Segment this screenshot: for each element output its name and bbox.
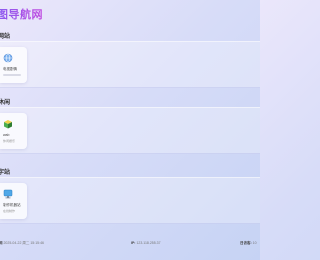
site-card[interactable]: 制作机器站 在线制作: [0, 183, 27, 219]
footer-visits-value: 10: [252, 241, 257, 245]
footer-bar: 间 2025-04-22 周二 15:15:46 IP: 123.118.255…: [0, 236, 260, 250]
footer-ip-label: IP:: [131, 241, 136, 245]
section-title-leisure: 休闲: [0, 100, 11, 106]
globe-icon: [3, 53, 13, 63]
site-title: 图导航网: [0, 6, 43, 22]
monitor-icon: [3, 189, 13, 199]
card-name: 电视剧情: [3, 67, 17, 71]
footer-ip-value: 123.118.255.37: [136, 241, 161, 245]
card-name: wab: [3, 133, 10, 137]
cube-icon: [3, 119, 13, 129]
footer-visits-label: 日访客:: [240, 241, 252, 245]
footer-date: 间 2025-04-22 周二 15:15:46: [0, 241, 44, 246]
section-title-tools: 字站: [0, 170, 11, 176]
section-band-websites: 电视剧情: [0, 41, 260, 88]
footer-ip: IP: 123.118.255.37: [131, 241, 161, 245]
section-band-tools: 制作机器站 在线制作: [0, 177, 260, 224]
footer-visits: 日访客: 10: [240, 241, 257, 246]
section-band-leisure: wab 休闲娱乐: [0, 107, 260, 154]
site-card[interactable]: 电视剧情: [0, 47, 27, 83]
footer-date-value: 2025-04-22 周二 15:15:46: [3, 241, 44, 245]
site-card[interactable]: wab 休闲娱乐: [0, 113, 27, 149]
card-description: 休闲娱乐: [3, 139, 16, 143]
card-progress-bar: [3, 74, 21, 76]
card-name: 制作机器站: [3, 203, 21, 207]
section-title-websites: 网站: [0, 34, 11, 40]
card-description: 在线制作: [3, 209, 16, 213]
